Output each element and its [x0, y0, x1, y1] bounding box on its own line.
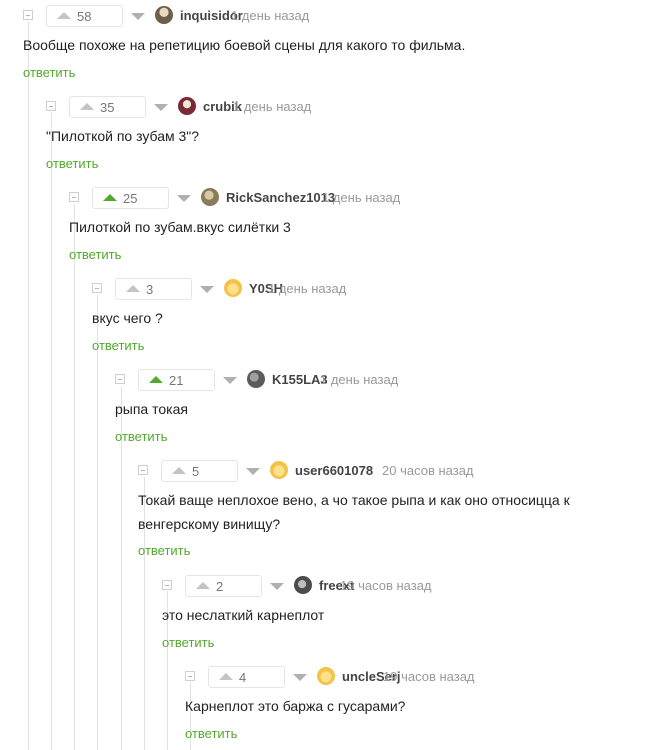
collapse-icon[interactable]: [162, 580, 172, 590]
user-avatar[interactable]: [247, 370, 265, 388]
reply-link[interactable]: ответить: [138, 543, 190, 558]
vote-box: 21: [138, 369, 215, 391]
reply-link[interactable]: ответить: [92, 338, 144, 353]
comment: 21 K155LA3 1 день назад рыпа токая ответ…: [115, 369, 633, 444]
comment-text: Пилоткой по зубам.вкус силётки 3: [69, 219, 291, 235]
username[interactable]: user6601078: [295, 463, 373, 478]
comment-text: Вообще похоже на репетицию боевой сцены …: [23, 37, 466, 53]
downvote-icon[interactable]: [200, 286, 214, 293]
vote-box: 2: [185, 575, 262, 597]
downvote-icon[interactable]: [154, 104, 168, 111]
comment: 3 Y0SH 1 день назад вкус чего ? ответить: [92, 278, 633, 353]
timestamp[interactable]: 1 день назад: [320, 372, 398, 387]
comment-header: 35 crubik 1 день назад: [46, 96, 633, 118]
upvote-icon[interactable]: [126, 285, 140, 292]
collapse-icon[interactable]: [138, 465, 148, 475]
vote-count: 21: [169, 373, 184, 388]
comment-header: 21 K155LA3 1 день назад: [115, 369, 633, 391]
upvote-icon[interactable]: [103, 194, 117, 201]
timestamp[interactable]: 1 день назад: [268, 281, 346, 296]
thread-line: [74, 204, 75, 750]
reply-link[interactable]: ответить: [185, 726, 237, 741]
downvote-icon[interactable]: [131, 13, 145, 20]
downvote-icon[interactable]: [246, 468, 260, 475]
reply-link[interactable]: ответить: [69, 247, 121, 262]
reply-link[interactable]: ответить: [162, 635, 214, 650]
downvote-icon[interactable]: [177, 195, 191, 202]
username[interactable]: RickSanchez1013: [226, 190, 335, 205]
collapse-icon[interactable]: [185, 671, 195, 681]
comment-header: 58 inquisidor 1 день назад: [23, 5, 633, 27]
collapse-icon[interactable]: [92, 283, 102, 293]
downvote-icon[interactable]: [293, 674, 307, 681]
vote-count: 3: [146, 282, 154, 297]
vote-count: 2: [216, 579, 224, 594]
upvote-icon[interactable]: [219, 673, 233, 680]
comment: 5 user6601078 20 часов назад Токай ваще …: [138, 460, 633, 558]
comment: 25 RickSanchez1013 1 день назад Пилоткой…: [69, 187, 633, 262]
comment-header: 5 user6601078 20 часов назад: [138, 460, 633, 482]
collapse-icon[interactable]: [23, 10, 33, 20]
timestamp[interactable]: 19 часов назад: [383, 669, 475, 684]
upvote-icon[interactable]: [57, 12, 71, 19]
comment: 35 crubik 1 день назад "Пилоткой по зуба…: [46, 96, 633, 171]
vote-count: 25: [123, 191, 138, 206]
vote-box: 4: [208, 666, 285, 688]
upvote-icon[interactable]: [172, 467, 186, 474]
upvote-icon[interactable]: [196, 582, 210, 589]
user-avatar[interactable]: [270, 461, 288, 479]
comment-text-line: Токай ваще неплохое вено, а чо такое рып…: [138, 492, 570, 508]
collapse-icon[interactable]: [115, 374, 125, 384]
vote-count: 4: [239, 670, 247, 685]
user-avatar[interactable]: [178, 97, 196, 115]
comment-header: 25 RickSanchez1013 1 день назад: [69, 187, 633, 209]
timestamp[interactable]: 1 день назад: [233, 99, 311, 114]
comment-header: 4 uncleSerj 19 часов назад: [185, 666, 633, 688]
timestamp[interactable]: 1 день назад: [231, 8, 309, 23]
upvote-icon[interactable]: [80, 103, 94, 110]
comment-text: вкус чего ?: [92, 310, 163, 326]
user-avatar[interactable]: [201, 188, 219, 206]
thread-line: [51, 113, 52, 750]
vote-box: 3: [115, 278, 192, 300]
comment-header: 2 freext 19 часов назад: [162, 575, 633, 597]
comment-header: 3 Y0SH 1 день назад: [92, 278, 633, 300]
user-avatar[interactable]: [155, 6, 173, 24]
comment: 58 inquisidor 1 день назад Вообще похоже…: [23, 5, 633, 80]
vote-count: 5: [192, 464, 200, 479]
comment-text-line: венгерскому винищу?: [138, 516, 281, 532]
reply-link[interactable]: ответить: [23, 65, 75, 80]
thread-line: [28, 22, 29, 750]
vote-count: 35: [100, 100, 115, 115]
vote-box: 58: [46, 5, 123, 27]
comment-text: Карнеплот это баржа с гусарами?: [185, 698, 406, 714]
downvote-icon[interactable]: [270, 583, 284, 590]
comment-text: "Пилоткой по зубам 3"?: [46, 128, 200, 144]
reply-link[interactable]: ответить: [46, 156, 98, 171]
user-avatar[interactable]: [317, 667, 335, 685]
timestamp[interactable]: 1 день назад: [322, 190, 400, 205]
vote-box: 5: [161, 460, 238, 482]
user-avatar[interactable]: [294, 576, 312, 594]
downvote-icon[interactable]: [223, 377, 237, 384]
reply-link[interactable]: ответить: [115, 429, 167, 444]
user-avatar[interactable]: [224, 279, 242, 297]
comment: 2 freext 19 часов назад это неслаткий ка…: [162, 575, 633, 650]
thread-line: [97, 295, 98, 750]
collapse-icon[interactable]: [69, 192, 79, 202]
upvote-icon[interactable]: [149, 376, 163, 383]
timestamp[interactable]: 20 часов назад: [382, 463, 474, 478]
vote-box: 25: [92, 187, 169, 209]
vote-box: 35: [69, 96, 146, 118]
comment: 4 uncleSerj 19 часов назад Карнеплот это…: [185, 666, 633, 741]
collapse-icon[interactable]: [46, 101, 56, 111]
timestamp[interactable]: 19 часов назад: [340, 578, 432, 593]
vote-count: 58: [77, 9, 92, 24]
comment-text: рыпа токая: [115, 401, 188, 417]
comment-text: это неслаткий карнеплот: [162, 607, 325, 623]
